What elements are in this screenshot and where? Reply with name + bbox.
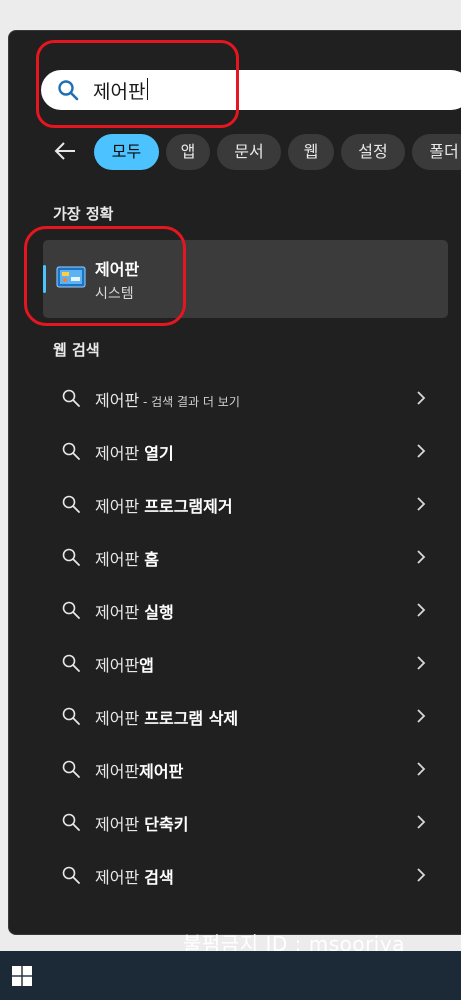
filter-documents[interactable]: 문서 xyxy=(217,134,281,170)
best-match-result[interactable]: 제어판 시스템 xyxy=(43,240,448,318)
filter-folders[interactable]: 폴더 xyxy=(412,134,461,170)
search-box[interactable] xyxy=(41,70,461,110)
back-arrow-icon[interactable] xyxy=(53,138,83,166)
result-query: 제어판 xyxy=(95,497,145,516)
chevron-right-icon xyxy=(417,656,426,670)
search-icon xyxy=(62,601,80,619)
web-result-1[interactable]: 제어판 열기 xyxy=(43,428,448,474)
chevron-right-icon xyxy=(417,815,426,829)
web-result-3[interactable]: 제어판 홈 xyxy=(43,534,448,580)
search-icon xyxy=(62,389,80,407)
chevron-right-icon xyxy=(417,762,426,776)
web-search-heading: 웹 검색 xyxy=(53,341,100,359)
result-suggestion: 앱 xyxy=(139,656,154,675)
search-icon xyxy=(62,548,80,566)
result-suggestion: 프로그램 삭제 xyxy=(144,709,239,728)
result-suggestion: 제어판 xyxy=(139,762,184,781)
search-icon xyxy=(62,442,80,460)
result-suggestion: 홈 xyxy=(144,550,159,569)
chevron-right-icon xyxy=(417,868,426,882)
search-icon xyxy=(62,760,80,778)
result-query: 제어판 xyxy=(95,762,140,781)
filter-settings[interactable]: 설정 xyxy=(341,134,405,170)
search-icon xyxy=(62,813,80,831)
best-match-type: 시스템 xyxy=(95,286,134,302)
result-query: 제어판 xyxy=(95,868,145,887)
web-result-8[interactable]: 제어판 단축키 xyxy=(43,799,448,845)
result-suggestion: 검색 xyxy=(144,868,174,887)
result-query: 제어판 xyxy=(95,444,145,463)
result-query: 제어판 xyxy=(95,603,145,622)
search-icon xyxy=(62,495,80,513)
result-query: 제어판 xyxy=(95,391,140,410)
chevron-right-icon xyxy=(417,444,426,458)
taskbar xyxy=(0,951,461,1000)
web-result-2[interactable]: 제어판 프로그램제거 xyxy=(43,481,448,527)
result-suggestion: 열기 xyxy=(144,444,174,463)
filter-web[interactable]: 웹 xyxy=(288,134,334,170)
result-suggestion: 프로그램제거 xyxy=(144,497,233,516)
web-result-7[interactable]: 제어판제어판 xyxy=(43,746,448,792)
windows-start-icon[interactable] xyxy=(12,966,32,986)
web-result-5[interactable]: 제어판앱 xyxy=(43,640,448,686)
best-match-heading: 가장 정확 xyxy=(53,205,114,223)
search-icon xyxy=(62,654,80,672)
search-icon xyxy=(62,707,80,725)
web-result-6[interactable]: 제어판 프로그램 삭제 xyxy=(43,693,448,739)
chevron-right-icon xyxy=(417,391,426,405)
web-result-4[interactable]: 제어판 실행 xyxy=(43,587,448,633)
search-icon xyxy=(62,866,80,884)
result-query: 제어판 xyxy=(95,815,145,834)
result-query: 제어판 xyxy=(95,550,145,569)
chevron-right-icon xyxy=(417,550,426,564)
best-match-name: 제어판 xyxy=(95,260,140,279)
chevron-right-icon xyxy=(417,603,426,617)
screen: 모두 앱 문서 웹 설정 폴더 가장 정확 제어판 시스템 웹 검색 제어판 -… xyxy=(0,0,461,1000)
result-suggestion: 단축키 xyxy=(144,815,189,834)
text-cursor xyxy=(147,78,148,100)
web-result-0[interactable]: 제어판 - 검색 결과 더 보기 xyxy=(43,375,448,421)
result-query: 제어판 xyxy=(95,709,145,728)
filter-apps[interactable]: 앱 xyxy=(166,134,210,170)
chevron-right-icon xyxy=(417,497,426,511)
result-hint: - 검색 결과 더 보기 xyxy=(139,395,240,409)
selection-indicator xyxy=(43,265,46,293)
control-panel-icon xyxy=(56,266,86,288)
filter-all[interactable]: 모두 xyxy=(94,134,159,170)
result-suggestion: 실행 xyxy=(144,603,174,622)
web-result-9[interactable]: 제어판 검색 xyxy=(43,852,448,898)
search-icon xyxy=(58,80,79,101)
chevron-right-icon xyxy=(417,709,426,723)
result-query: 제어판 xyxy=(95,656,140,675)
